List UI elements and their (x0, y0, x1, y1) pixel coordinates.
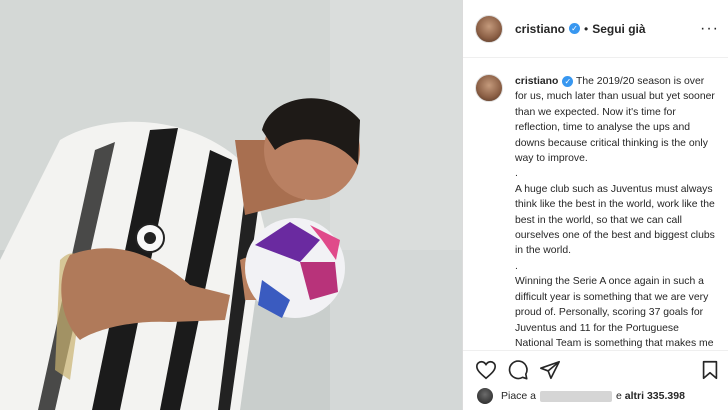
following-button[interactable]: Segui già (592, 22, 645, 36)
caption-body: The 2019/20 season is over for us, much … (515, 76, 715, 349)
caption-row: cristiano ✓ The 2019/20 season is over fo… (463, 58, 728, 350)
share-icon[interactable] (539, 359, 561, 381)
post-photo[interactable] (0, 0, 462, 410)
post-side-panel: cristiano ✓ • Segui già ··· cristiano ✓ T… (462, 0, 728, 410)
likes-prefix: Piace a (501, 390, 537, 402)
caption-author-avatar[interactable] (475, 74, 503, 102)
author-username[interactable]: cristiano (515, 22, 565, 36)
comment-icon[interactable] (507, 359, 529, 381)
post-header: cristiano ✓ • Segui già ··· (463, 0, 728, 58)
caption-verified-icon: ✓ (562, 75, 574, 87)
likes-summary: Piace a e altri 335.398 (463, 384, 728, 408)
bookmark-icon[interactable] (699, 359, 721, 381)
likes-others-link[interactable]: altri 335.398 (625, 390, 685, 402)
caption-username[interactable]: cristiano (515, 76, 558, 87)
header-separator: • (584, 21, 589, 36)
heart-icon[interactable] (475, 359, 497, 381)
likes-middle: e (616, 390, 622, 402)
author-avatar[interactable] (475, 14, 503, 43)
caption-scroll-area[interactable]: cristiano ✓ The 2019/20 season is over fo… (463, 58, 728, 350)
liker-avatar[interactable] (477, 388, 493, 404)
more-icon[interactable]: ··· (700, 20, 719, 38)
verified-icon: ✓ (569, 23, 581, 34)
player-kissing-ball-image (0, 0, 462, 410)
liker-name-blurred[interactable] (540, 390, 613, 402)
caption-text-block: cristiano ✓ The 2019/20 season is over fo… (515, 74, 715, 350)
action-bar (463, 350, 728, 387)
